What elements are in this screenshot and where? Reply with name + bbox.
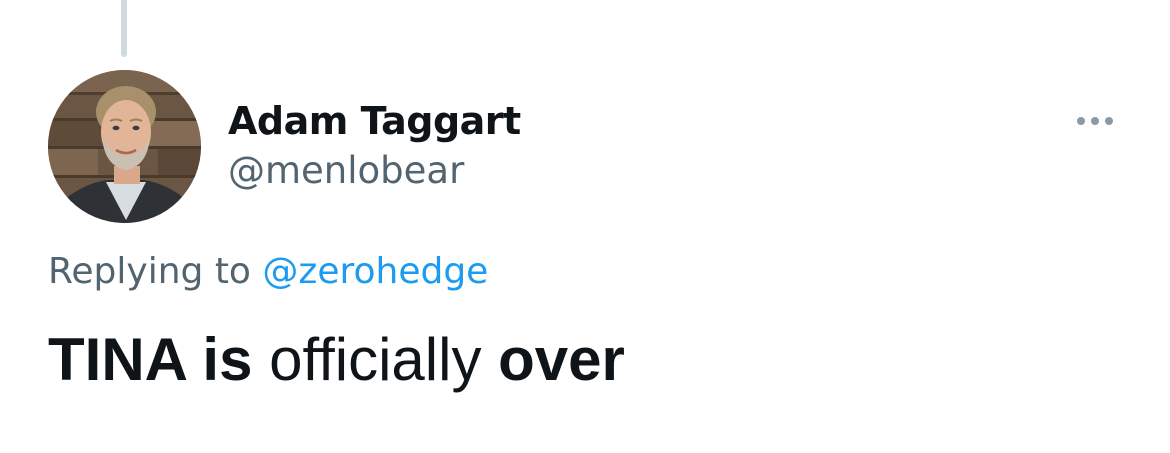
thread-connector-line <box>121 0 127 57</box>
user-handle[interactable]: @menlobear <box>228 146 521 196</box>
more-horizontal-icon <box>1091 117 1099 125</box>
tweet-text: TINA is officially over <box>48 324 625 396</box>
tweet-text-segment: TINA is <box>48 326 253 393</box>
avatar-photo <box>48 70 201 223</box>
replying-to-line: Replying to @zerohedge <box>48 248 488 296</box>
reply-mention-link[interactable]: @zerohedge <box>262 251 488 292</box>
replying-to-prefix: Replying to <box>48 251 251 292</box>
more-horizontal-icon <box>1077 117 1085 125</box>
more-horizontal-icon <box>1105 117 1113 125</box>
tweet-card[interactable]: Adam Taggart @menlobear Replying to @zer… <box>0 0 1170 453</box>
tweet-text-segment: over <box>498 326 625 393</box>
avatar[interactable] <box>48 70 201 223</box>
more-options-button[interactable] <box>1068 104 1122 138</box>
user-info[interactable]: Adam Taggart @menlobear <box>228 96 521 196</box>
tweet-text-segment: officially <box>252 326 499 393</box>
display-name[interactable]: Adam Taggart <box>228 96 521 146</box>
